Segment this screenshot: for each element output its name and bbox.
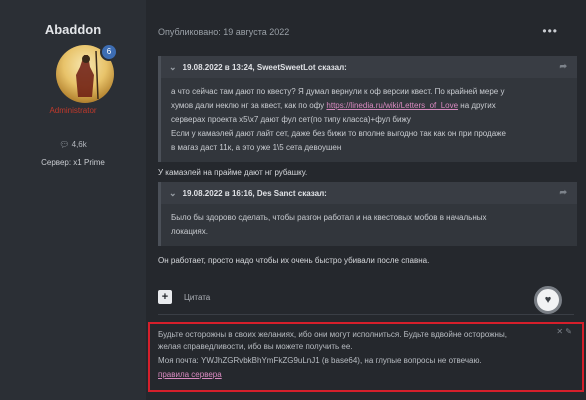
quote-line: а что сейчас там дают по квесту? Я думал… bbox=[171, 87, 505, 96]
like-heart-icon[interactable]: ♥ bbox=[534, 286, 562, 314]
signature-line: Моя почта: YWJhZGRvbkBhYmFkZG9uLnJ1 (в b… bbox=[158, 356, 482, 365]
reply-text-1: У камаэлей на прайме дают нг рубашку. bbox=[158, 168, 308, 177]
quote-header[interactable]: ⌄ 19.08.2022 в 13:24, SweetSweetLot сказ… bbox=[161, 56, 577, 78]
avatar-container[interactable]: 6 bbox=[56, 43, 118, 103]
quote-body: Было бы здорово сделать, чтобы разгон ра… bbox=[161, 204, 577, 246]
quote-body: а что сейчас там дают по квесту? Я думал… bbox=[161, 78, 577, 162]
quote-line: в магаз даст 11к, а это уже 1\5 сета дев… bbox=[171, 143, 342, 152]
share-arrow-icon[interactable]: ➦ bbox=[559, 61, 567, 72]
share-arrow-icon[interactable]: ➦ bbox=[559, 187, 567, 198]
quote-line: Если у камаэлей дают лайт сет, даже без … bbox=[171, 129, 506, 138]
quote-line: серверах проекта х5\х7 дают фул сет(по т… bbox=[171, 115, 411, 124]
reaction-count: 💬︎ 4,6k bbox=[0, 140, 146, 149]
rank-badge: 6 bbox=[100, 43, 118, 61]
post-menu-icon[interactable]: ••• bbox=[542, 24, 558, 38]
wiki-link[interactable]: https://linedia.ru/wiki/Letters_of_Love bbox=[326, 101, 458, 110]
quote-author: 19.08.2022 в 13:24, SweetSweetLot сказал… bbox=[182, 62, 347, 72]
signature-line: желая справедливости, ибо вы можете полу… bbox=[158, 342, 353, 351]
quote-line: хумов дали неклю нг за квест, как по офу… bbox=[171, 99, 567, 113]
chevron-down-icon[interactable]: ⌄ bbox=[169, 62, 177, 73]
multi-quote-button[interactable]: + bbox=[158, 290, 172, 304]
quote-block-1: ⌄ 19.08.2022 в 13:24, SweetSweetLot сказ… bbox=[158, 56, 577, 162]
signature-line: правила сервера bbox=[158, 370, 222, 379]
forum-post: Abaddon 6 Administrator 💬︎ 4,6k Сервер: … bbox=[0, 0, 586, 400]
author-role: Administrator bbox=[49, 106, 97, 115]
signature-block: Будьте осторожны в своих желаниях, ибо о… bbox=[148, 322, 584, 392]
author-panel: Abaddon 6 Administrator 💬︎ 4,6k Сервер: … bbox=[0, 0, 146, 400]
quote-button[interactable]: Цитата bbox=[184, 293, 210, 302]
quote-text: на других bbox=[458, 101, 496, 110]
quote-block-2: ⌄ 19.08.2022 в 16:16, Des Sanct сказал: … bbox=[158, 182, 577, 246]
signature-controls-icon[interactable]: ✕ ✎ bbox=[556, 327, 572, 336]
signature-line: Будьте осторожны в своих желаниях, ибо о… bbox=[158, 330, 507, 339]
author-server: Сервер: x1 Prime bbox=[41, 158, 105, 167]
quote-line: Было бы здорово сделать, чтобы разгон ра… bbox=[171, 213, 487, 222]
signature-divider bbox=[158, 314, 574, 315]
server-rules-link[interactable]: правила сервера bbox=[158, 370, 222, 379]
post-date: Опубликовано: 19 августа 2022 bbox=[158, 27, 290, 37]
author-name[interactable]: Abaddon bbox=[0, 22, 146, 37]
chevron-down-icon[interactable]: ⌄ bbox=[169, 188, 177, 199]
quote-line: локациях. bbox=[171, 227, 208, 236]
quote-author: 19.08.2022 в 16:16, Des Sanct сказал: bbox=[182, 188, 327, 198]
post-actions: + Цитата bbox=[158, 290, 210, 304]
quote-text: хумов дали неклю нг за квест, как по офу bbox=[171, 101, 327, 110]
reaction-count-value: 4,6k bbox=[71, 140, 87, 149]
quote-header[interactable]: ⌄ 19.08.2022 в 16:16, Des Sanct сказал: … bbox=[161, 182, 577, 204]
reply-text-2: Он работает, просто надо чтобы их очень … bbox=[158, 256, 430, 265]
speech-bubble-icon: 💬︎ bbox=[59, 140, 70, 149]
